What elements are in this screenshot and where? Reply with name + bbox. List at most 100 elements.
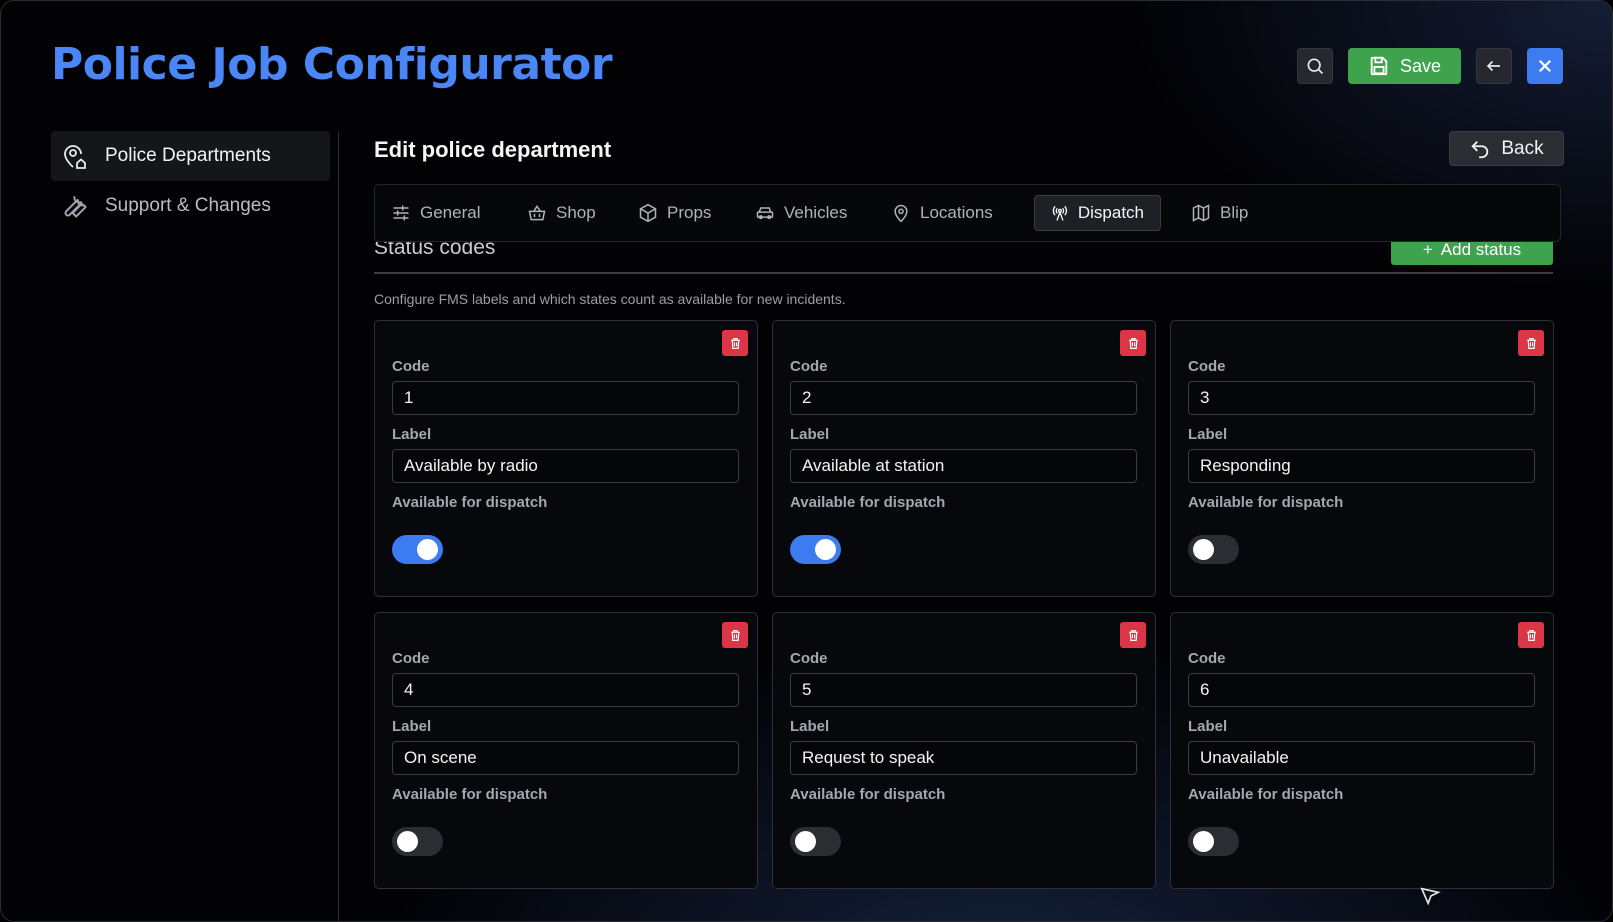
- sidebar-item-police-departments[interactable]: Police Departments: [51, 131, 330, 181]
- car-icon: [756, 207, 774, 220]
- available-toggle[interactable]: [1188, 535, 1239, 564]
- available-toggle[interactable]: [1188, 827, 1239, 856]
- arrow-left-icon: [1486, 60, 1500, 72]
- available-toggle[interactable]: [392, 827, 443, 856]
- tab-bar: General Shop Props Vehicles Locations Di…: [374, 184, 1561, 242]
- label-input[interactable]: [392, 741, 739, 775]
- available-label: Available for dispatch: [392, 786, 548, 803]
- toggle-knob: [417, 539, 438, 560]
- tab-shop[interactable]: Shop: [511, 195, 612, 231]
- search-button[interactable]: [1297, 48, 1333, 84]
- available-label: Available for dispatch: [1188, 494, 1344, 511]
- close-button[interactable]: [1527, 48, 1563, 84]
- label-input[interactable]: [790, 449, 1137, 483]
- available-label: Available for dispatch: [790, 494, 946, 511]
- status-card: Code Label Available for dispatch: [1170, 320, 1554, 597]
- status-card: Code Label Available for dispatch: [374, 612, 758, 889]
- app-title: Police Job Configurator: [51, 39, 613, 90]
- label-label: Label: [1188, 718, 1228, 735]
- tab-dispatch[interactable]: Dispatch: [1034, 195, 1161, 231]
- sidebar-item-label: Police Departments: [105, 145, 271, 166]
- code-label: Code: [790, 650, 828, 667]
- map-icon: [1192, 204, 1210, 222]
- sidebar-item-support-changes[interactable]: Support & Changes: [51, 181, 330, 231]
- tab-label: Blip: [1220, 203, 1249, 222]
- delete-status-button[interactable]: [1120, 622, 1146, 648]
- label-input[interactable]: [790, 741, 1137, 775]
- available-label: Available for dispatch: [1188, 786, 1344, 803]
- back-button[interactable]: Back: [1449, 131, 1564, 166]
- tab-locations[interactable]: Locations: [875, 195, 1009, 231]
- status-codes-scroll-area[interactable]: Status codes + Add status Configure FMS …: [374, 242, 1561, 921]
- available-toggle[interactable]: [790, 535, 841, 564]
- wrench-icon: [64, 196, 87, 218]
- add-status-label: Add status: [1440, 242, 1522, 259]
- delete-status-button[interactable]: [722, 622, 748, 648]
- delete-status-button[interactable]: [722, 330, 748, 356]
- trash-icon: [1128, 337, 1138, 349]
- tab-label: Shop: [556, 203, 596, 222]
- app-window: Police Job Configurator Save Police Depa…: [0, 0, 1613, 922]
- tab-vehicles[interactable]: Vehicles: [739, 195, 863, 231]
- tab-general[interactable]: General: [375, 195, 496, 231]
- tab-label: Locations: [920, 203, 993, 222]
- available-toggle[interactable]: [392, 535, 443, 564]
- status-card: Code Label Available for dispatch: [1170, 612, 1554, 889]
- delete-status-button[interactable]: [1518, 622, 1544, 648]
- tab-blip[interactable]: Blip: [1175, 195, 1264, 231]
- status-card: Code Label Available for dispatch: [772, 612, 1156, 889]
- mouse-cursor-icon: [1420, 887, 1441, 906]
- box-icon: [639, 203, 657, 223]
- code-label: Code: [1188, 358, 1226, 375]
- status-card: Code Label Available for dispatch: [772, 320, 1156, 597]
- label-label: Label: [392, 426, 432, 443]
- available-label: Available for dispatch: [392, 494, 548, 511]
- trash-icon: [730, 629, 740, 641]
- code-input[interactable]: [392, 381, 739, 415]
- label-label: Label: [790, 718, 830, 735]
- trash-icon: [730, 337, 740, 349]
- code-input[interactable]: [1188, 673, 1535, 707]
- section-title: Status codes: [374, 242, 496, 259]
- label-input[interactable]: [1188, 741, 1535, 775]
- map-pin-home-icon: [64, 145, 86, 169]
- trash-icon: [1128, 629, 1138, 641]
- save-button[interactable]: Save: [1348, 48, 1461, 84]
- section-divider: [374, 272, 1553, 274]
- tab-props[interactable]: Props: [622, 195, 727, 231]
- tab-label: Dispatch: [1077, 203, 1144, 222]
- label-label: Label: [790, 426, 830, 443]
- code-input[interactable]: [790, 673, 1137, 707]
- code-label: Code: [790, 358, 828, 375]
- radio-tower-icon: [1052, 205, 1068, 221]
- sidebar-item-label: Support & Changes: [105, 195, 271, 216]
- delete-status-button[interactable]: [1120, 330, 1146, 356]
- code-label: Code: [1188, 650, 1226, 667]
- code-input[interactable]: [790, 381, 1137, 415]
- page-title: Edit police department: [374, 137, 612, 162]
- code-input[interactable]: [1188, 381, 1535, 415]
- toggle-knob: [1193, 539, 1214, 560]
- map-pin-icon: [894, 204, 908, 223]
- toggle-knob: [795, 831, 816, 852]
- previous-button[interactable]: [1476, 48, 1512, 84]
- tab-label: Vehicles: [784, 203, 848, 222]
- code-input[interactable]: [392, 673, 739, 707]
- plus-icon: +: [1422, 242, 1433, 259]
- save-label: Save: [1399, 55, 1442, 76]
- search-icon: [1307, 58, 1324, 75]
- back-label: Back: [1501, 137, 1544, 159]
- section-description: Configure FMS labels and which states co…: [374, 291, 846, 307]
- label-input[interactable]: [392, 449, 739, 483]
- toggle-knob: [1193, 831, 1214, 852]
- sliders-icon: [393, 205, 409, 221]
- label-label: Label: [392, 718, 432, 735]
- code-label: Code: [392, 650, 430, 667]
- add-status-button[interactable]: + Add status: [1391, 242, 1553, 265]
- available-toggle[interactable]: [790, 827, 841, 856]
- close-icon: [1538, 59, 1552, 73]
- tab-label: General: [420, 203, 481, 222]
- label-input[interactable]: [1188, 449, 1535, 483]
- delete-status-button[interactable]: [1518, 330, 1544, 356]
- label-label: Label: [1188, 426, 1228, 443]
